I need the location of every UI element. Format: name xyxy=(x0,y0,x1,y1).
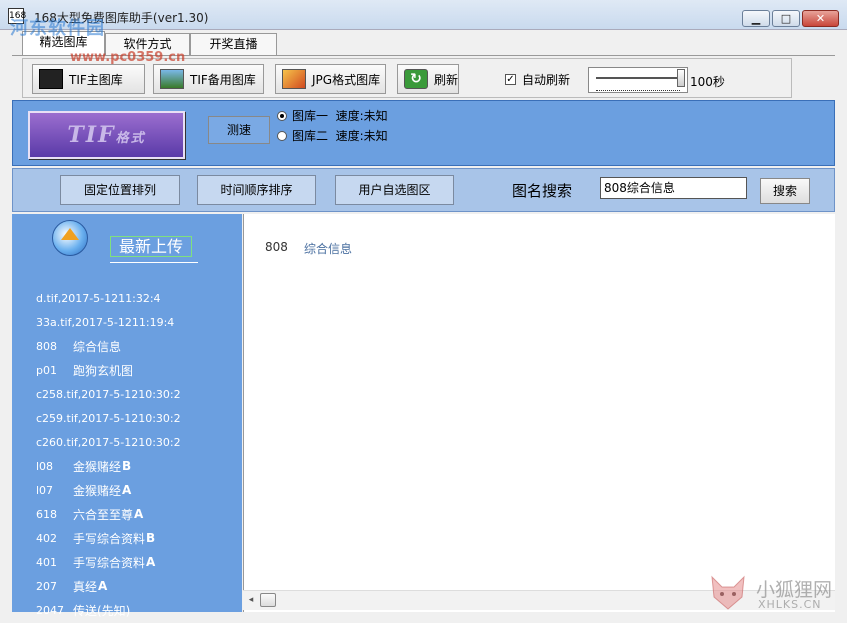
sidebar-list-item[interactable]: 402 手写综合资料 B xyxy=(36,528,155,548)
close-button[interactable]: ✕ xyxy=(802,10,839,27)
tif-format-logo: TIF格式 xyxy=(28,111,185,159)
item-suffix: A xyxy=(146,555,156,569)
item-code: 402 xyxy=(36,531,57,545)
jpg-library-button[interactable]: JPG格式图库 xyxy=(275,64,386,94)
latest-uploads-title: 最新上传 xyxy=(110,236,192,257)
item-code: 2047 xyxy=(36,603,64,617)
slider-thumb[interactable] xyxy=(677,69,685,87)
film-icon xyxy=(39,69,63,89)
item-name: 传送(先知) xyxy=(73,603,131,618)
auto-refresh-toggle[interactable]: ✓ 自动刷新 xyxy=(505,71,570,88)
item-name: 六合至至尊 xyxy=(73,507,134,522)
item-code: p01 xyxy=(36,363,57,377)
item-code: 618 xyxy=(36,507,57,521)
item-name: 跑狗玄机图 xyxy=(73,363,134,378)
item-suffix: B xyxy=(146,531,156,545)
sidebar-list-item[interactable]: c259.tif,2017-5-1210:30:2 xyxy=(36,408,181,428)
sidebar-list-item[interactable]: 401 手写综合资料 A xyxy=(36,552,155,572)
item-code: l07 xyxy=(36,483,54,497)
result-code[interactable]: 808 xyxy=(265,240,288,254)
landscape-icon xyxy=(160,69,184,89)
tif-logo-small: 格式 xyxy=(115,131,146,146)
sidebar-list-item[interactable]: c260.tif,2017-5-1210:30:2 xyxy=(36,432,181,452)
sidebar-list-item[interactable]: l08 金猴赌经 B xyxy=(36,456,131,476)
item-code: 33a.tif,2017-5-1211:19:4 xyxy=(36,315,175,329)
item-code: 401 xyxy=(36,555,57,569)
maximize-button[interactable]: □ xyxy=(772,10,800,27)
slider-ticks xyxy=(596,87,680,91)
refresh-label: 刷新 xyxy=(434,72,459,87)
tab-live-draw[interactable]: 开奖直播 xyxy=(190,33,277,55)
item-name: 手写综合资料 xyxy=(73,555,146,570)
item-suffix: A xyxy=(122,483,132,497)
speed-test-button[interactable]: 测速 xyxy=(208,116,270,144)
scroll-thumb[interactable] xyxy=(260,593,276,607)
item-code: d.tif,2017-5-1211:32:4 xyxy=(36,291,161,305)
sidebar-list-item[interactable]: d.tif,2017-5-1211:32:4 xyxy=(36,288,161,308)
tif-backup-library-button[interactable]: TIF备用图库 xyxy=(153,64,264,94)
slider-track xyxy=(596,77,680,80)
tif-main-label: TIF主图库 xyxy=(69,72,123,87)
item-code: 808 xyxy=(36,339,57,353)
tif-backup-label: TIF备用图库 xyxy=(190,72,256,87)
title-underline xyxy=(110,262,198,263)
sidebar-list-item[interactable]: p01 跑狗玄机图 xyxy=(36,360,133,380)
sidebar-list-item[interactable]: c258.tif,2017-5-1210:30:2 xyxy=(36,384,181,404)
item-suffix: B xyxy=(122,459,132,473)
auto-refresh-label: 自动刷新 xyxy=(522,73,571,87)
scroll-left-arrow[interactable]: ◂ xyxy=(246,594,256,606)
item-name: 真经 xyxy=(73,579,98,594)
item-name: 手写综合资料 xyxy=(73,531,146,546)
item-code: l08 xyxy=(36,459,54,473)
radio-library-2[interactable] xyxy=(277,130,287,141)
time-order-button[interactable]: 时间顺序排序 xyxy=(197,175,316,205)
sidebar-list-item[interactable]: 618 六合至至尊 A xyxy=(36,504,143,524)
radio-library-1[interactable] xyxy=(277,110,287,121)
tif-logo-big: TIF xyxy=(67,122,116,148)
item-name: 金猴赌经 xyxy=(73,459,122,474)
item-code: c260.tif,2017-5-1210:30:2 xyxy=(36,435,181,449)
upload-arrow-icon xyxy=(61,228,79,240)
results-pane xyxy=(243,214,835,612)
user-selected-button[interactable]: 用户自选图区 xyxy=(335,175,454,205)
jpg-label: JPG格式图库 xyxy=(312,72,381,87)
item-name: 综合信息 xyxy=(73,339,122,354)
search-input[interactable]: 808综合信息 xyxy=(600,177,747,199)
library-2-label: 图库二 速度:未知 xyxy=(292,129,388,143)
fox-logo-icon xyxy=(711,575,745,610)
sidebar-list-item[interactable]: 808 综合信息 xyxy=(36,336,121,356)
item-suffix: A xyxy=(98,579,108,593)
sidebar-list-item[interactable]: 207 真经 A xyxy=(36,576,107,596)
search-button[interactable]: 搜索 xyxy=(760,178,810,204)
picture-icon xyxy=(282,69,306,89)
fixed-position-button[interactable]: 固定位置排列 xyxy=(60,175,180,205)
item-code: 207 xyxy=(36,579,57,593)
sidebar-list-item[interactable]: 33a.tif,2017-5-1211:19:4 xyxy=(36,312,174,332)
tif-main-library-button[interactable]: TIF主图库 xyxy=(32,64,145,94)
result-name[interactable]: 综合信息 xyxy=(304,240,352,257)
minimize-button[interactable]: ▁ xyxy=(742,10,770,27)
item-code: c259.tif,2017-5-1210:30:2 xyxy=(36,411,181,425)
search-label: 图名搜索 xyxy=(512,182,573,200)
auto-refresh-checkbox[interactable]: ✓ xyxy=(505,74,516,85)
library-1-option[interactable]: 图库一 速度:未知 xyxy=(277,107,388,124)
sidebar-list-item[interactable]: 2047 传送(先知) xyxy=(36,600,130,620)
library-2-option[interactable]: 图库二 速度:未知 xyxy=(277,127,388,144)
refresh-interval-value: 100秒 xyxy=(690,75,725,89)
watermark-domain: XHLKS.CN xyxy=(758,598,822,611)
watermark-site-name: 河东软件园 xyxy=(10,18,105,39)
item-code: c258.tif,2017-5-1210:30:2 xyxy=(36,387,181,401)
item-name: 金猴赌经 xyxy=(73,483,122,498)
watermark-site-url: www.pc0359.cn xyxy=(70,50,186,65)
library-1-label: 图库一 速度:未知 xyxy=(292,109,388,123)
item-suffix: A xyxy=(134,507,144,521)
refresh-button[interactable]: ↻ 刷新 xyxy=(397,64,459,94)
sidebar-list-item[interactable]: l07 金猴赌经 A xyxy=(36,480,131,500)
refresh-icon: ↻ xyxy=(404,69,428,89)
